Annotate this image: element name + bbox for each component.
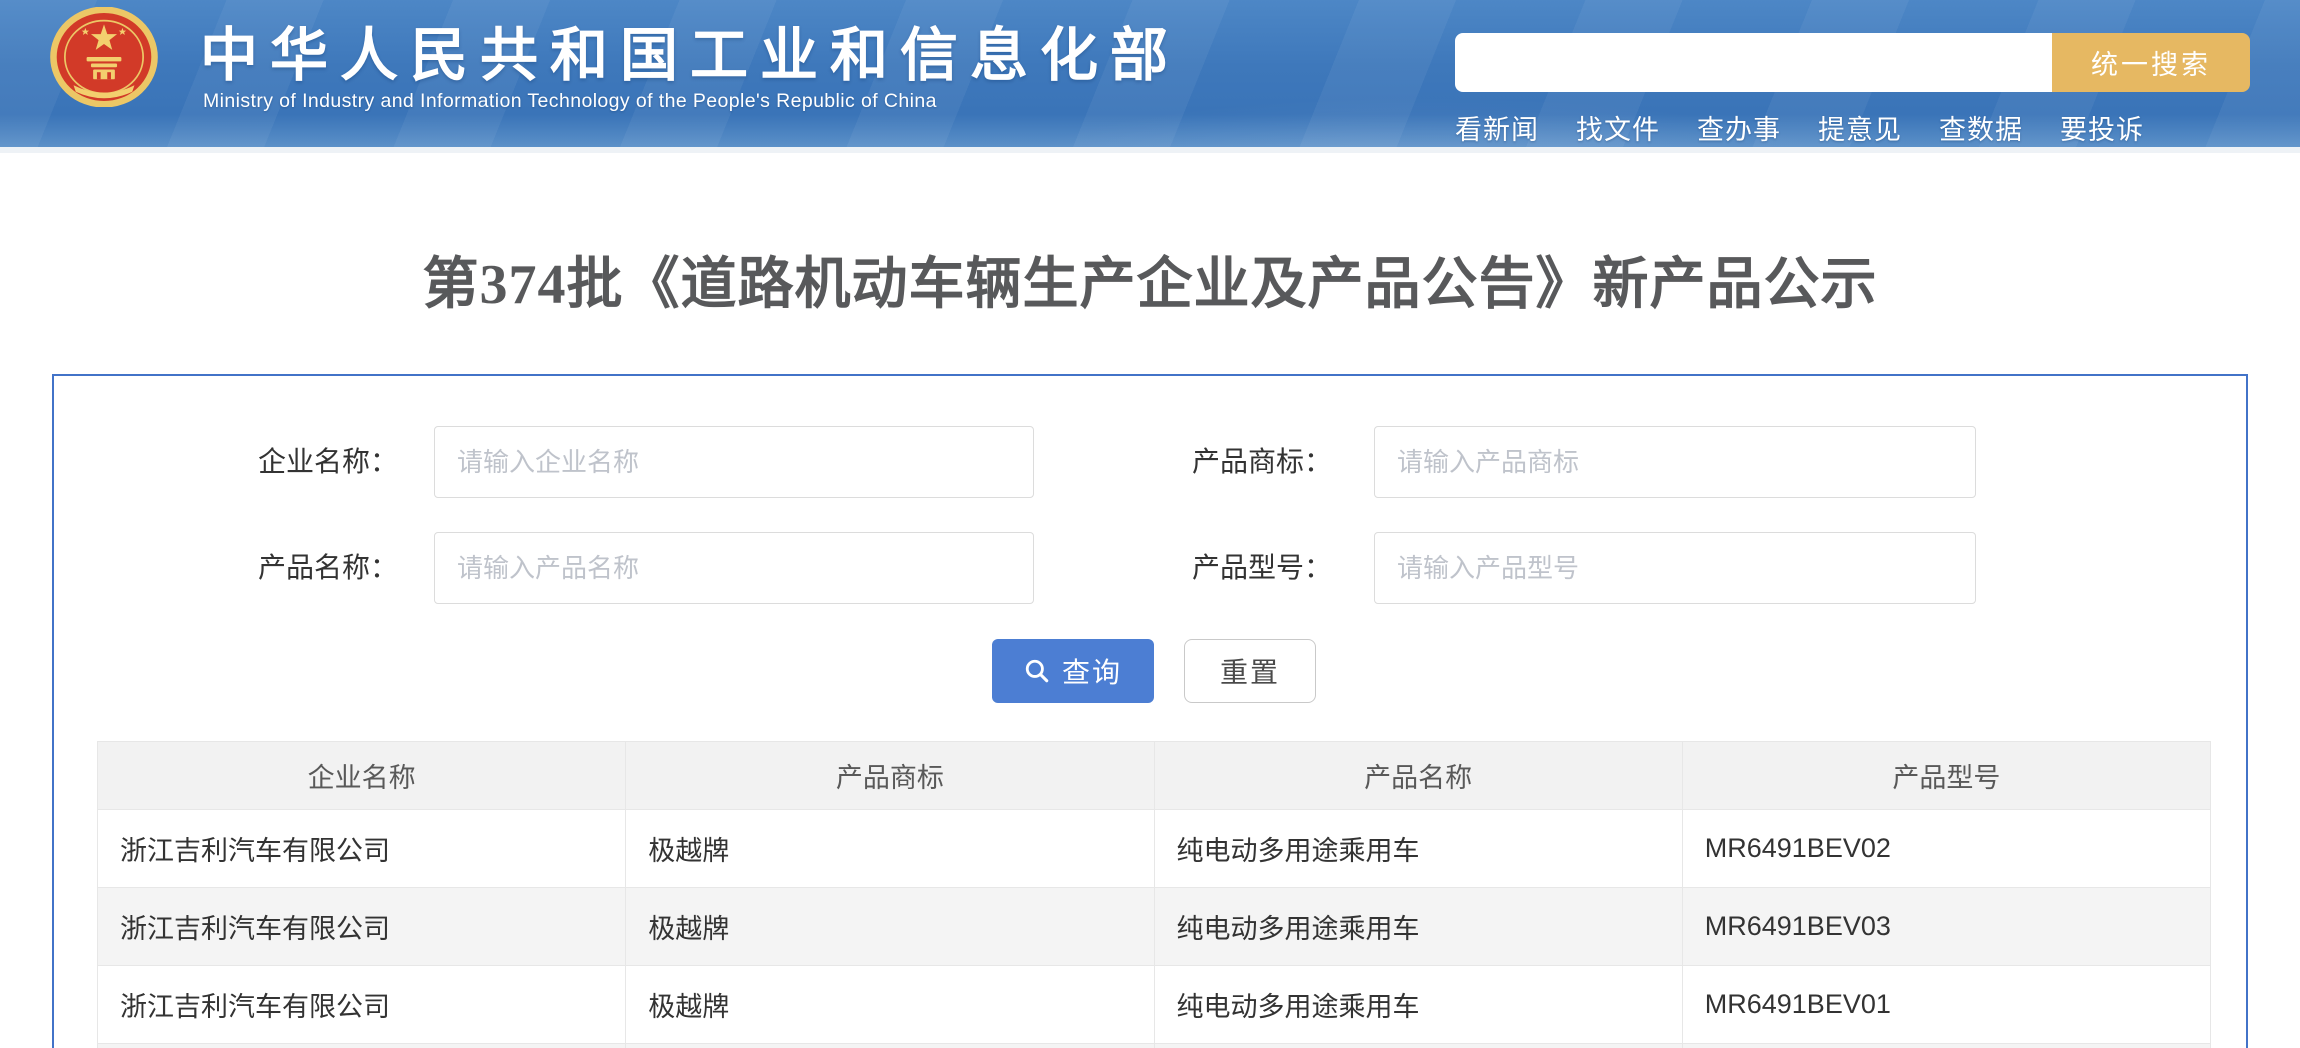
nav-item-news[interactable]: 看新闻: [1455, 108, 1539, 147]
nav-item-data[interactable]: 查数据: [1939, 108, 2023, 147]
cell-company: 随州市东正专用汽车有限公司: [96, 1043, 627, 1048]
reset-button[interactable]: 重置: [1184, 639, 1316, 703]
cell-company: 浙江吉利汽车有限公司: [96, 965, 627, 1044]
query-button[interactable]: 查询: [992, 639, 1154, 703]
col-header-brand: 产品商标: [625, 741, 1155, 810]
cell-company: 浙江吉利汽车有限公司: [96, 887, 627, 966]
site-title: 中华人民共和国工业和信息化部: [200, 23, 1181, 88]
results-table: 企业名称 产品商标 产品名称 产品型号 浙江吉利汽车有限公司 极越牌 纯电动多用…: [96, 741, 2212, 1048]
company-name-input[interactable]: [434, 426, 1034, 498]
national-emblem-icon: [49, 6, 159, 112]
top-nav: 看新闻 找文件 查办事 提意见 查数据 要投诉: [1455, 108, 2144, 147]
product-brand-input[interactable]: [1374, 426, 1976, 498]
cell-brand: 华威牌: [625, 1043, 1155, 1048]
query-button-label: 查询: [1061, 657, 1122, 688]
cell-company: 浙江吉利汽车有限公司: [96, 809, 627, 888]
cell-product: 纯电动多用途乘用车: [1153, 809, 1683, 888]
col-header-company: 企业名称: [96, 741, 627, 810]
product-model-label: 产品型号：: [1191, 552, 1332, 583]
cell-model: MR6491BEV03: [1681, 887, 2212, 966]
header-divider: [0, 147, 2300, 153]
product-model-input[interactable]: [1374, 532, 1976, 604]
magnifier-icon: [1024, 658, 1050, 684]
cell-brand: 极越牌: [625, 809, 1155, 888]
nav-item-documents[interactable]: 找文件: [1576, 108, 1660, 147]
cell-product: 运渣自卸车: [1153, 1043, 1683, 1048]
col-header-model: 产品型号: [1681, 741, 2212, 810]
company-name-label: 企业名称：: [257, 446, 398, 477]
product-name-label: 产品名称：: [257, 552, 398, 583]
site-header: 中华人民共和国工业和信息化部 Ministry of Industry and …: [0, 0, 2300, 147]
cell-brand: 极越牌: [625, 965, 1155, 1044]
cell-model: MR6491BEV01: [1681, 965, 2212, 1044]
product-brand-label: 产品商标：: [1191, 446, 1332, 477]
cell-product: 纯电动多用途乘用车: [1153, 965, 1683, 1044]
cell-model: CZD5100ZWXEL6: [1681, 1043, 2212, 1048]
site-subtitle: Ministry of Industry and Information Tec…: [203, 90, 937, 112]
table-row: 浙江吉利汽车有限公司 极越牌 纯电动多用途乘用车 MR6491BEV02: [96, 809, 2212, 888]
search-input[interactable]: [1455, 33, 2052, 92]
cell-model: MR6491BEV02: [1681, 809, 2212, 888]
table-row: 浙江吉利汽车有限公司 极越牌 纯电动多用途乘用车 MR6491BEV03: [96, 887, 2212, 966]
table-row: 随州市东正专用汽车有限公司 华威牌 运渣自卸车 CZD5100ZWXEL6: [96, 1043, 2212, 1048]
unified-search-bar: 统一搜索: [1455, 33, 2250, 92]
unified-search-button[interactable]: 统一搜索: [2052, 33, 2250, 92]
cell-product: 纯电动多用途乘用车: [1153, 887, 1683, 966]
nav-item-services[interactable]: 查办事: [1697, 108, 1781, 147]
col-header-product: 产品名称: [1153, 741, 1683, 810]
query-panel: 企业名称： 产品商标： 产品名称： 产品型号： 查询 重置 企业名称 产品商标 …: [52, 374, 2248, 1048]
table-header-row: 企业名称 产品商标 产品名称 产品型号: [96, 741, 2212, 810]
cell-brand: 极越牌: [625, 887, 1155, 966]
nav-item-complaint[interactable]: 要投诉: [2060, 108, 2144, 147]
product-name-input[interactable]: [434, 532, 1034, 604]
nav-item-feedback[interactable]: 提意见: [1818, 108, 1902, 147]
page-title: 第374批《道路机动车辆生产企业及产品公告》新产品公示: [422, 254, 1878, 316]
table-row: 浙江吉利汽车有限公司 极越牌 纯电动多用途乘用车 MR6491BEV01: [96, 965, 2212, 1044]
